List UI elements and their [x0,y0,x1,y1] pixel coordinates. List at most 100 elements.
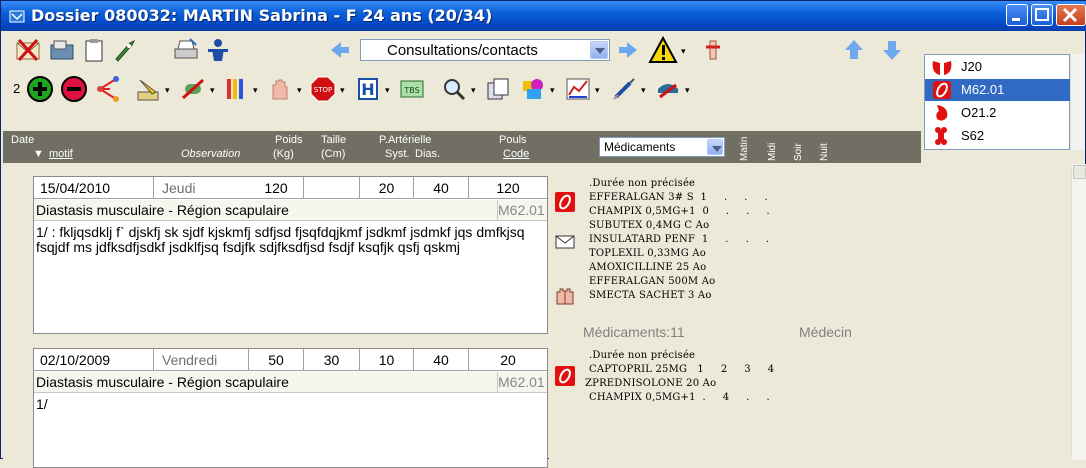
header-taille-unit: (Cm) [321,148,346,160]
sort-arrow-icon[interactable]: ▼ [33,148,44,160]
envelope-icon[interactable] [555,232,575,252]
consultation-observation[interactable]: 1/ [36,397,544,412]
network-graph-icon [97,76,119,102]
search-dropdown-icon[interactable]: ▾ [471,86,476,96]
documents-button[interactable] [483,74,513,104]
consultation-poids[interactable]: 50 [249,349,304,371]
consultation-syst[interactable]: 10 [360,349,414,371]
consultation-entry[interactable]: 15/04/2010 Jeudi 120 20 40 120 Diastasis… [33,176,548,334]
stop-button[interactable]: STOP [308,74,338,104]
no-medication-button[interactable] [178,74,208,104]
maximize-button[interactable] [1031,4,1053,26]
lab-dropdown-icon[interactable]: ▾ [253,86,258,96]
minimize-button[interactable] [1006,4,1028,26]
medication-line[interactable]: EFFERALGAN 3# S 1 . . . [589,192,768,203]
finger-ribbon-icon [706,40,720,60]
consultation-motif-row: Diastasis musculaire - Région scapulaire… [34,372,547,393]
prescription-button[interactable] [653,74,683,104]
alert-dropdown-icon[interactable]: ▾ [681,47,686,57]
remove-button[interactable] [59,74,89,104]
search-button[interactable] [439,74,469,104]
tbs-button[interactable]: TBS [397,74,427,104]
consultation-taille[interactable]: 30 [304,349,360,371]
medication-line[interactable]: SUBUTEX 0,4MG C Ao [589,220,709,231]
consultation-pouls[interactable]: 20 [469,349,547,371]
medication-line[interactable]: TOPLEXIL 0,33MG Ao [589,248,706,259]
pill-icon[interactable] [555,192,575,212]
main-scrollbar[interactable] [1071,164,1086,460]
patient-button[interactable] [203,35,233,65]
launch-button[interactable] [109,35,139,65]
down-button[interactable] [877,35,907,65]
medication-line[interactable]: CHAMPIX 0,5MG+1 . 4 . . [589,392,770,403]
consultation-dias[interactable]: 40 [414,177,469,199]
header-motif[interactable]: motif [49,148,73,160]
injection-button[interactable] [609,74,639,104]
consultation-code: M62.01 [497,200,547,220]
consultation-motif[interactable]: Diastasis musculaire - Région scapulaire [36,374,289,390]
up-button[interactable] [839,35,869,65]
consultation-pouls[interactable]: 120 [469,177,547,199]
consultation-syst[interactable]: 20 [360,177,414,199]
alert-button[interactable] [648,35,678,65]
examination-button[interactable] [265,74,295,104]
reminder-button[interactable] [698,35,728,65]
forward-button[interactable] [613,35,643,65]
consultation-poids[interactable]: 120 [249,177,304,199]
pill-icon[interactable] [555,366,575,386]
medication-line[interactable]: INSULATARD PENF 1 . . . [589,234,769,245]
title-bar[interactable]: Dossier 080032: MARTIN Sabrina - F 24 an… [1,1,1086,31]
examination-dropdown-icon[interactable]: ▾ [297,86,302,96]
consultation-entry[interactable]: 02/10/2009 Vendredi 50 30 10 40 20 Diast… [33,348,548,468]
prescription-dropdown-icon[interactable]: ▾ [685,86,690,96]
close-button[interactable] [1056,4,1086,26]
medication-line[interactable]: EFFERALGAN 500M Ao [589,276,715,287]
medication-line[interactable]: CAPTOPRIL 25MG 1 2 3 4 [589,364,774,375]
add-button[interactable] [25,74,55,104]
back-button[interactable] [325,35,355,65]
injection-dropdown-icon[interactable]: ▾ [641,86,646,96]
medication-line[interactable]: SMECTA SACHET 3 Ao [589,290,712,301]
medication-filter-select[interactable]: Médicaments [599,137,725,157]
header-date: Date [11,134,35,146]
chevron-down-icon[interactable] [590,41,608,59]
colorful-shapes-icon [523,79,543,99]
print-button[interactable] [171,35,201,65]
hospital-button[interactable]: H [353,74,383,104]
edit-note-button[interactable] [133,74,163,104]
edit-note-dropdown-icon[interactable]: ▾ [165,86,170,96]
hospital-dropdown-icon[interactable]: ▾ [385,86,390,96]
svg-text:STOP: STOP [314,86,332,94]
diagnosis-item[interactable]: S62 [925,125,1071,147]
chart-dropdown-icon[interactable]: ▾ [550,86,555,96]
section-select[interactable]: Consultations/contacts [360,39,610,61]
diagnosis-item[interactable]: M62.01 [925,79,1071,101]
chart-button[interactable] [518,74,548,104]
lab-button[interactable] [221,74,251,104]
medication-line[interactable]: ZPREDNISOLONE 20 Ao [585,378,716,389]
graph-button[interactable] [93,74,123,104]
header-poids-unit: (Kg) [273,148,294,160]
diagnosis-item[interactable]: J20 [925,56,1071,78]
consultation-observation[interactable]: 1/ : fkljqsdklj f` djskfj sk sjdf kjskmf… [36,225,544,255]
delete-mail-button[interactable] [13,35,43,65]
curve-dropdown-icon[interactable]: ▾ [595,86,600,96]
medication-line[interactable]: AMOXICILLINE 25 Ao [589,262,706,273]
chevron-down-icon[interactable] [707,139,723,155]
medication-line[interactable]: CHAMPIX 0,5MG+1 0 . . . [589,206,770,217]
clipboard-button[interactable] [79,35,109,65]
header-code[interactable]: Code [503,148,529,160]
consultation-taille[interactable] [304,177,360,199]
diagnosis-item[interactable]: O21.2 [925,102,1071,124]
curve-button[interactable] [563,74,593,104]
no-medication-dropdown-icon[interactable]: ▾ [210,86,215,96]
folder-button[interactable] [47,35,77,65]
diagnosis-code: M62.01 [961,82,1005,97]
diagnosis-list[interactable]: J20 M62.01 O21.2 S62 [924,54,1071,150]
hands-icon[interactable] [555,286,575,306]
diagnosis-scrollbar[interactable] [1070,54,1085,150]
stop-dropdown-icon[interactable]: ▾ [340,86,345,96]
consultation-dias[interactable]: 40 [414,349,469,371]
consultation-motif[interactable]: Diastasis musculaire - Région scapulaire [36,202,289,218]
scroll-up-icon[interactable] [1073,165,1086,179]
